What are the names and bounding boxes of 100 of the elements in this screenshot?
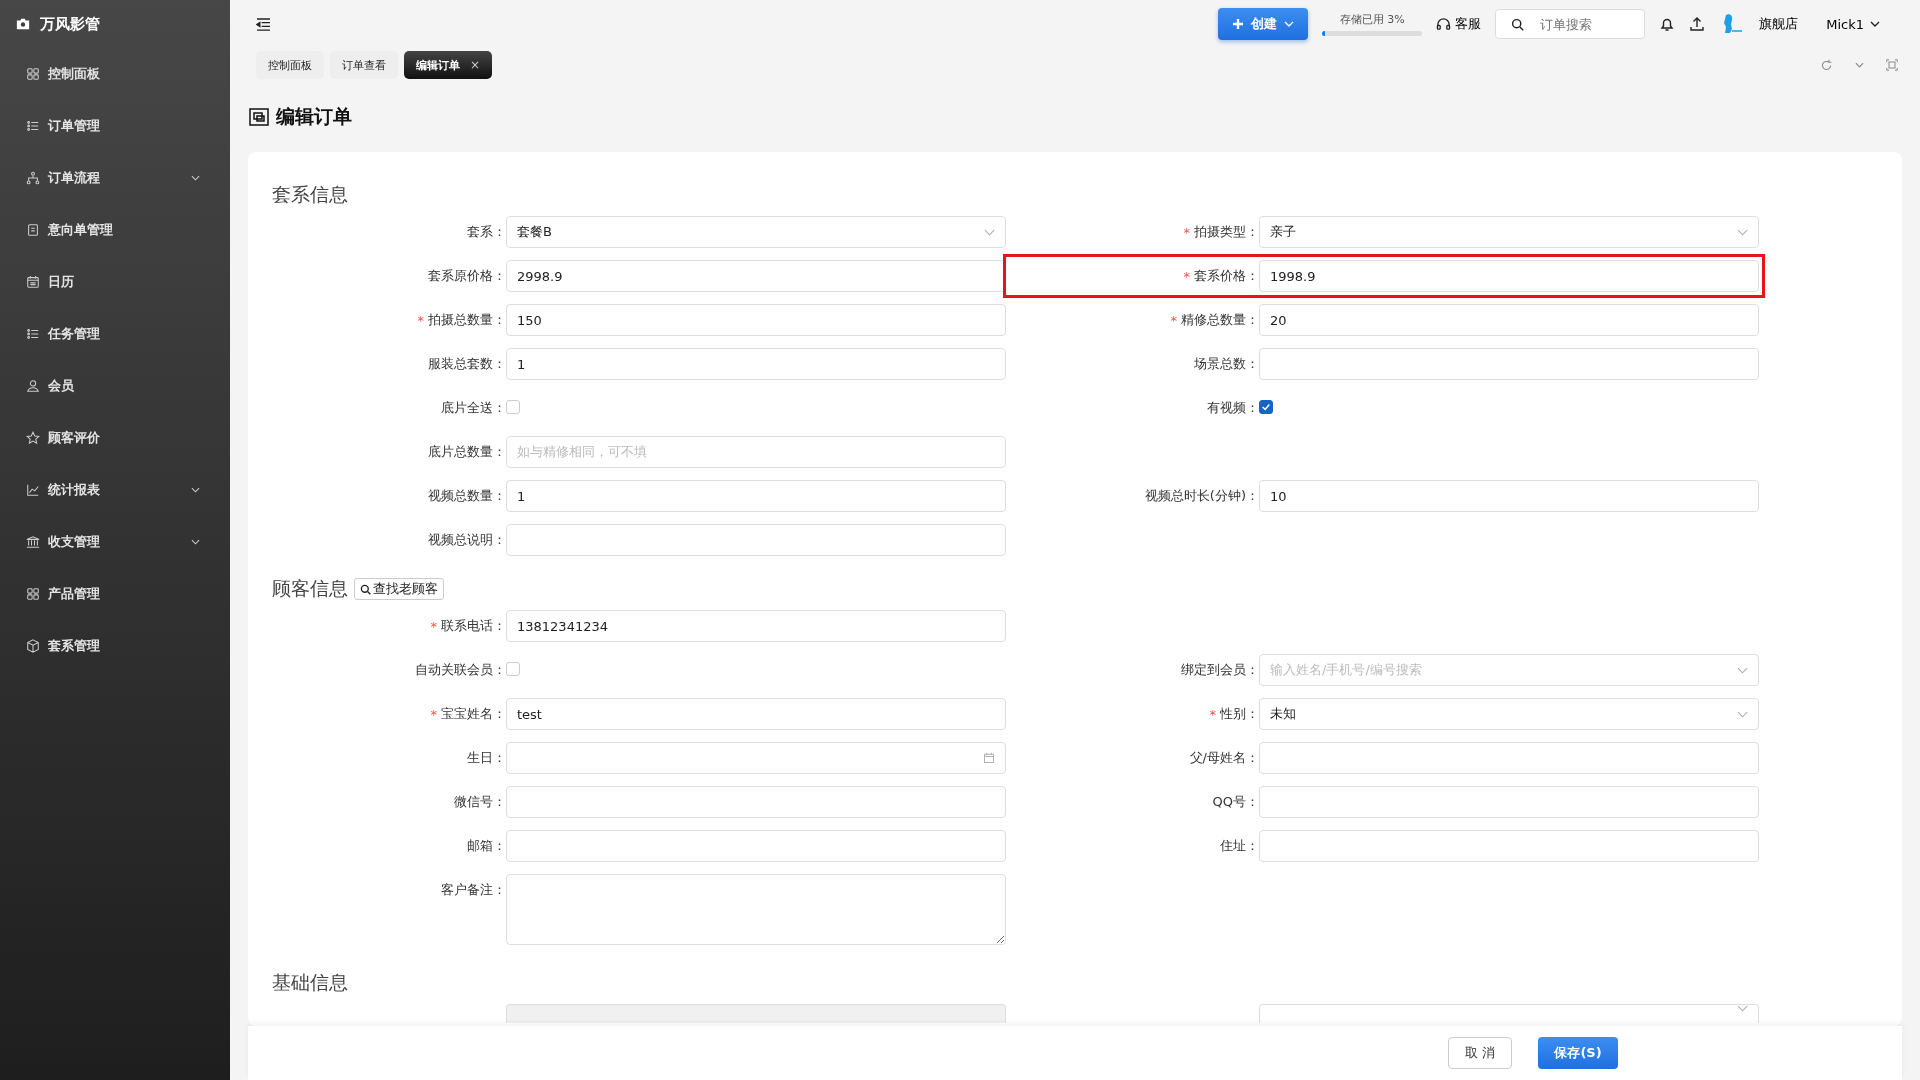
required-mark: * xyxy=(1183,268,1190,284)
field-label: 服装总套数： xyxy=(428,355,506,373)
select-field[interactable] xyxy=(1259,1004,1759,1023)
field-label: 套系价格： xyxy=(1194,267,1259,285)
chart-icon xyxy=(26,483,40,497)
sidebar-item[interactable]: 意向单管理 xyxy=(0,204,230,256)
list-icon xyxy=(26,327,40,341)
tab[interactable]: 控制面板 xyxy=(256,51,324,79)
required-mark: * xyxy=(1183,224,1190,240)
input-field[interactable]: 10 xyxy=(1259,480,1759,512)
select-field[interactable]: 套餐B xyxy=(506,216,1006,248)
select-field[interactable]: 亲子 xyxy=(1259,216,1759,248)
field-label: 生日： xyxy=(467,749,506,767)
field-label: 父/母姓名： xyxy=(1189,749,1259,767)
sidebar-item[interactable]: 统计报表 xyxy=(0,464,230,516)
required-mark: * xyxy=(1170,312,1177,328)
sidebar-item[interactable]: 会员 xyxy=(0,360,230,412)
storage-label: 存储已用 3% xyxy=(1339,12,1405,27)
section-title: 顾客信息 xyxy=(272,576,348,601)
required-mark: * xyxy=(1209,706,1216,722)
input-field[interactable] xyxy=(1259,348,1759,380)
brand-name: 万风影管 xyxy=(40,14,100,34)
input-field[interactable]: 1998.9 xyxy=(1259,260,1759,292)
page-title: 编辑订单 xyxy=(276,104,352,129)
customer-service-link[interactable]: 客服 xyxy=(1436,15,1482,33)
menu-fold-icon[interactable] xyxy=(256,17,271,31)
chevron-down-icon[interactable] xyxy=(1855,62,1864,68)
sidebar-item[interactable]: 收支管理 xyxy=(0,516,230,568)
input-field[interactable] xyxy=(506,830,1006,862)
required-mark: * xyxy=(430,706,437,722)
sidebar-item[interactable]: 产品管理 xyxy=(0,568,230,620)
sidebar-item[interactable]: 顾客评价 xyxy=(0,412,230,464)
field-label: 宝宝姓名： xyxy=(441,705,506,723)
sidebar-item[interactable]: 日历 xyxy=(0,256,230,308)
create-button[interactable]: 创建 xyxy=(1218,8,1309,40)
find-customer-button[interactable]: 查找老顾客 xyxy=(354,578,444,600)
input-field[interactable]: 13812341234 xyxy=(506,610,1006,642)
plus-icon xyxy=(1232,18,1245,30)
input-field[interactable] xyxy=(1259,786,1759,818)
cancel-button[interactable]: 取 消 xyxy=(1448,1037,1512,1069)
save-button[interactable]: 保存(S) xyxy=(1538,1037,1618,1069)
grid-icon xyxy=(26,67,40,81)
input-field[interactable] xyxy=(1259,742,1759,774)
required-mark: * xyxy=(430,618,437,634)
star-icon xyxy=(26,431,40,445)
upload-icon[interactable] xyxy=(1689,16,1706,32)
field-label: 视频总数量： xyxy=(428,487,506,505)
bell-icon[interactable] xyxy=(1659,16,1676,32)
calendar-icon xyxy=(983,752,995,764)
sidebar-item[interactable]: 订单管理 xyxy=(0,100,230,152)
flow-icon xyxy=(26,171,40,185)
fullscreen-icon[interactable] xyxy=(1886,59,1898,71)
headset-icon xyxy=(1436,16,1452,32)
field-label: 套系原价格： xyxy=(428,267,506,285)
field-label: 客户备注： xyxy=(441,881,506,899)
date-field[interactable] xyxy=(506,742,1006,774)
select-field[interactable]: 未知 xyxy=(1259,698,1759,730)
checkbox[interactable] xyxy=(1259,400,1273,414)
field-label: 联系电话： xyxy=(441,617,506,635)
chevron-down-icon xyxy=(1737,710,1748,718)
cube-icon xyxy=(26,639,40,653)
field-label: 邮箱： xyxy=(467,837,506,855)
tab[interactable]: 编辑订单 × xyxy=(404,51,493,79)
input-field[interactable]: 150 xyxy=(506,304,1006,336)
edit-frame-icon xyxy=(248,107,270,127)
field-label: 自动关联会员： xyxy=(415,661,506,679)
sidebar-item[interactable]: 订单流程 xyxy=(0,152,230,204)
sidebar-item[interactable]: 套系管理 xyxy=(0,620,230,672)
sidebar-item[interactable]: 任务管理 xyxy=(0,308,230,360)
field-label: 视频总时长(分钟)： xyxy=(1144,487,1259,505)
field-label: 性别： xyxy=(1220,705,1259,723)
chevron-down-icon xyxy=(191,539,200,545)
sidebar-item[interactable]: 控制面板 xyxy=(0,48,230,100)
textarea-field[interactable] xyxy=(506,874,1006,945)
close-button[interactable]: × xyxy=(470,58,481,72)
field-label: 底片总数量： xyxy=(428,443,506,461)
chevron-down-icon xyxy=(191,487,200,493)
input-field[interactable] xyxy=(506,786,1006,818)
chevron-down-icon xyxy=(1737,666,1748,674)
caret-icon xyxy=(1870,21,1880,27)
list-icon xyxy=(26,119,40,133)
user-menu[interactable]: Mick1 xyxy=(1826,16,1880,32)
chevron-down-icon xyxy=(984,228,995,236)
input-field[interactable]: test xyxy=(506,698,1006,730)
camera-icon xyxy=(16,17,30,31)
input-field[interactable] xyxy=(506,524,1006,556)
field-label: 精修总数量： xyxy=(1181,311,1259,329)
chevron-down-icon xyxy=(191,175,200,181)
input-field[interactable]: 1 xyxy=(506,480,1006,512)
document-icon xyxy=(26,223,40,237)
tab[interactable]: 订单查看 xyxy=(330,51,398,79)
input-field[interactable]: 1 xyxy=(506,348,1006,380)
input-field[interactable] xyxy=(1259,830,1759,862)
grid-icon xyxy=(26,587,40,601)
search-icon xyxy=(360,583,371,595)
search-field[interactable]: 订单搜索 xyxy=(1495,9,1646,39)
refresh-icon[interactable] xyxy=(1820,58,1833,72)
input-field[interactable]: 20 xyxy=(1259,304,1759,336)
checkmark-icon xyxy=(1261,402,1271,412)
calendar-icon xyxy=(26,275,40,289)
